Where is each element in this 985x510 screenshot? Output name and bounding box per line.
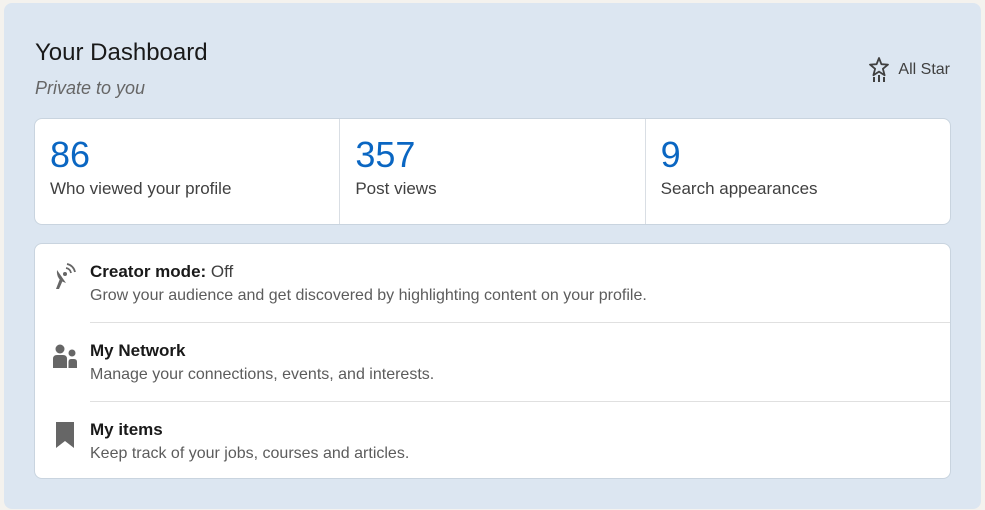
creator-mode-status: Off bbox=[210, 262, 234, 281]
stat-label: Post views bbox=[355, 179, 437, 198]
creator-mode-title: Creator mode: bbox=[90, 262, 207, 281]
creator-mode-description: Grow your audience and get discovered by… bbox=[90, 287, 647, 304]
my-network-icon bbox=[52, 341, 78, 371]
my-network-title: My Network bbox=[90, 341, 186, 360]
stat-profile-views[interactable]: 86 Who viewed your profile bbox=[35, 119, 341, 224]
my-network-description: Manage your connections, events, and int… bbox=[90, 366, 435, 383]
my-items-title: My items bbox=[90, 420, 163, 439]
dashboard-links-card: Creator mode: Off Grow your audience and… bbox=[34, 243, 951, 479]
creator-mode-item[interactable]: Creator mode: Off Grow your audience and… bbox=[35, 244, 950, 322]
bookmark-icon bbox=[52, 420, 78, 450]
stat-label: Search appearances bbox=[660, 179, 818, 198]
stat-value: 86 bbox=[50, 134, 91, 175]
dashboard-title: Your Dashboard bbox=[35, 39, 208, 66]
dashboard-panel: Your Dashboard Private to you All Star 8… bbox=[4, 3, 981, 509]
stats-card: 86 Who viewed your profile 357 Post view… bbox=[34, 118, 951, 225]
my-network-item[interactable]: My Network Manage your connections, even… bbox=[35, 323, 950, 401]
my-items-description: Keep track of your jobs, courses and art… bbox=[90, 445, 410, 462]
all-star-icon bbox=[868, 57, 890, 83]
stat-value: 357 bbox=[355, 134, 416, 175]
stat-label: Who viewed your profile bbox=[50, 179, 232, 198]
creator-mode-icon bbox=[52, 262, 78, 292]
stat-search-appearances[interactable]: 9 Search appearances bbox=[646, 119, 950, 224]
dashboard-subtitle: Private to you bbox=[35, 78, 146, 98]
stat-post-views[interactable]: 357 Post views bbox=[340, 119, 646, 224]
all-star-label: All Star bbox=[898, 61, 950, 78]
my-items-item[interactable]: My items Keep track of your jobs, course… bbox=[35, 402, 950, 478]
stat-value: 9 bbox=[660, 134, 681, 175]
all-star-badge[interactable]: All Star bbox=[868, 57, 950, 83]
